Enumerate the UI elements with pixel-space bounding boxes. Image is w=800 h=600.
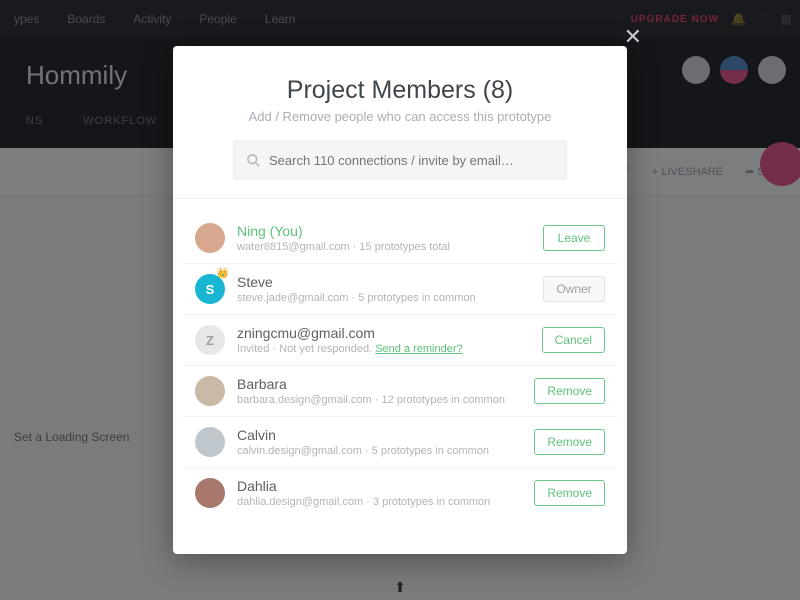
member-name: Dahlia <box>237 478 534 494</box>
avatar <box>195 478 225 508</box>
member-name: Ning (You) <box>237 223 543 239</box>
project-members-modal: Project Members (8) Add / Remove people … <box>173 46 627 554</box>
remove-button[interactable]: Remove <box>534 429 605 455</box>
member-row: Dahlia dahlia.design@gmail.com · 3 protot… <box>183 468 617 518</box>
avatar: Z <box>195 325 225 355</box>
member-meta: water8815@gmail.com · 15 prototypes tota… <box>237 241 543 253</box>
member-meta: calvin.design@gmail.com · 5 prototypes i… <box>237 445 534 457</box>
search-icon <box>246 153 261 168</box>
cancel-button[interactable]: Cancel <box>542 327 605 353</box>
member-row: Ning (You) water8815@gmail.com · 15 proto… <box>183 213 617 264</box>
member-row: Barbara barbara.design@gmail.com · 12 pro… <box>183 366 617 417</box>
member-meta: barbara.design@gmail.com · 12 prototypes… <box>237 394 534 406</box>
members-list: Ning (You) water8815@gmail.com · 15 proto… <box>173 199 627 518</box>
member-row: S👑 Steve steve.jade@gmail.com · 5 prototyp… <box>183 264 617 315</box>
close-icon[interactable]: ✕ <box>624 24 642 50</box>
member-row: Zzningcmu@gmail.com Invited · Not yet res… <box>183 315 617 366</box>
member-name: Calvin <box>237 427 534 443</box>
send-reminder-link[interactable]: Send a reminder? <box>375 343 462 355</box>
leave-button[interactable]: Leave <box>543 225 605 251</box>
member-meta: steve.jade@gmail.com · 5 prototypes in c… <box>237 292 543 304</box>
member-name: Barbara <box>237 376 534 392</box>
avatar <box>195 427 225 457</box>
owner-button: Owner <box>543 276 605 302</box>
avatar: S👑 <box>195 274 225 304</box>
cursor-icon: ⬆ <box>394 579 406 596</box>
avatar <box>195 376 225 406</box>
crown-icon: 👑 <box>217 268 229 279</box>
remove-button[interactable]: Remove <box>534 480 605 506</box>
member-name: zningcmu@gmail.com <box>237 325 542 341</box>
member-row: Calvin calvin.design@gmail.com · 5 protot… <box>183 417 617 468</box>
remove-button[interactable]: Remove <box>534 378 605 404</box>
search-field[interactable] <box>233 140 567 180</box>
member-name: Steve <box>237 274 543 290</box>
member-meta: dahlia.design@gmail.com · 3 prototypes i… <box>237 496 534 508</box>
member-meta: Invited · Not yet responded. Send a remi… <box>237 343 542 355</box>
modal-title: Project Members (8) <box>203 76 597 105</box>
modal-subtitle: Add / Remove people who can access this … <box>203 109 597 124</box>
avatar <box>195 223 225 253</box>
search-input[interactable] <box>269 153 554 168</box>
